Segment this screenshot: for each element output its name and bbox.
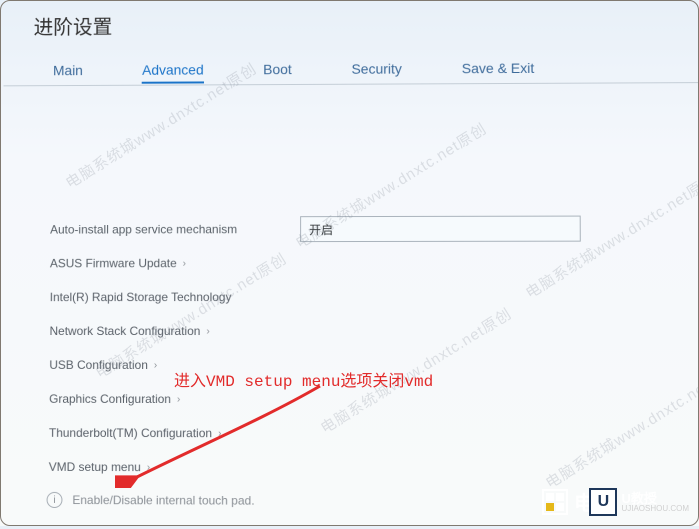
tab-main[interactable]: Main [53,62,83,84]
setting-auto-install[interactable]: Auto-install app service mechanism [50,221,660,236]
setting-vmd-label: VMD setup menu [49,460,141,474]
chevron-right-icon: › [206,326,209,337]
setting-network-stack[interactable]: Network Stack Configuration › [50,324,662,338]
chevron-right-icon: › [177,394,180,405]
chevron-right-icon: › [218,428,221,439]
setting-asus-firmware[interactable]: ASUS Firmware Update › [50,256,661,271]
logo-dian: 电 [542,487,594,516]
tab-advanced[interactable]: Advanced [142,62,204,84]
setting-network-stack-label: Network Stack Configuration [50,324,201,338]
hint-row: i Enable/Disable internal touch pad. [47,492,255,509]
tab-saveexit[interactable]: Save & Exit [462,60,535,82]
setting-intel-rst[interactable]: Intel(R) Rapid Storage Technology [50,290,661,304]
tab-bar: Main Advanced Boot Security Save & Exit [53,59,690,84]
tab-security[interactable]: Security [351,61,401,83]
uj-en: UJIAOSHOU.COM [621,505,689,513]
setting-auto-install-label: Auto-install app service mechanism [50,222,237,236]
setting-graphics-config-label: Graphics Configuration [49,392,171,406]
chevron-right-icon: › [183,258,186,269]
setting-thunderbolt-label: Thunderbolt(TM) Configuration [49,426,212,440]
tab-boot[interactable]: Boot [263,61,292,83]
setting-intel-rst-label: Intel(R) Rapid Storage Technology [50,290,232,304]
annotation-text: 进入VMD setup menu选项关闭vmd [174,367,433,391]
settings-list: Auto-install app service mechanism ASUS … [49,221,662,475]
setting-usb-config-label: USB Configuration [49,358,148,372]
page-title: 进阶设置 [34,11,113,40]
setting-asus-firmware-label: ASUS Firmware Update [50,256,177,270]
info-icon: i [47,492,63,508]
uj-badge-icon: U [589,488,617,516]
hint-text: Enable/Disable internal touch pad. [72,493,254,508]
logo-ujiaoshou: U U教授 UJIAOSHOU.COM [589,488,689,516]
setting-thunderbolt[interactable]: Thunderbolt(TM) Configuration › [49,426,662,441]
setting-vmd[interactable]: VMD setup menu › [49,460,662,476]
uj-cn: U教授 [621,492,689,505]
grid-icon [542,489,568,515]
chevron-right-icon: › [154,359,157,370]
setting-graphics-config[interactable]: Graphics Configuration › [49,392,661,407]
chevron-right-icon: › [147,462,150,473]
